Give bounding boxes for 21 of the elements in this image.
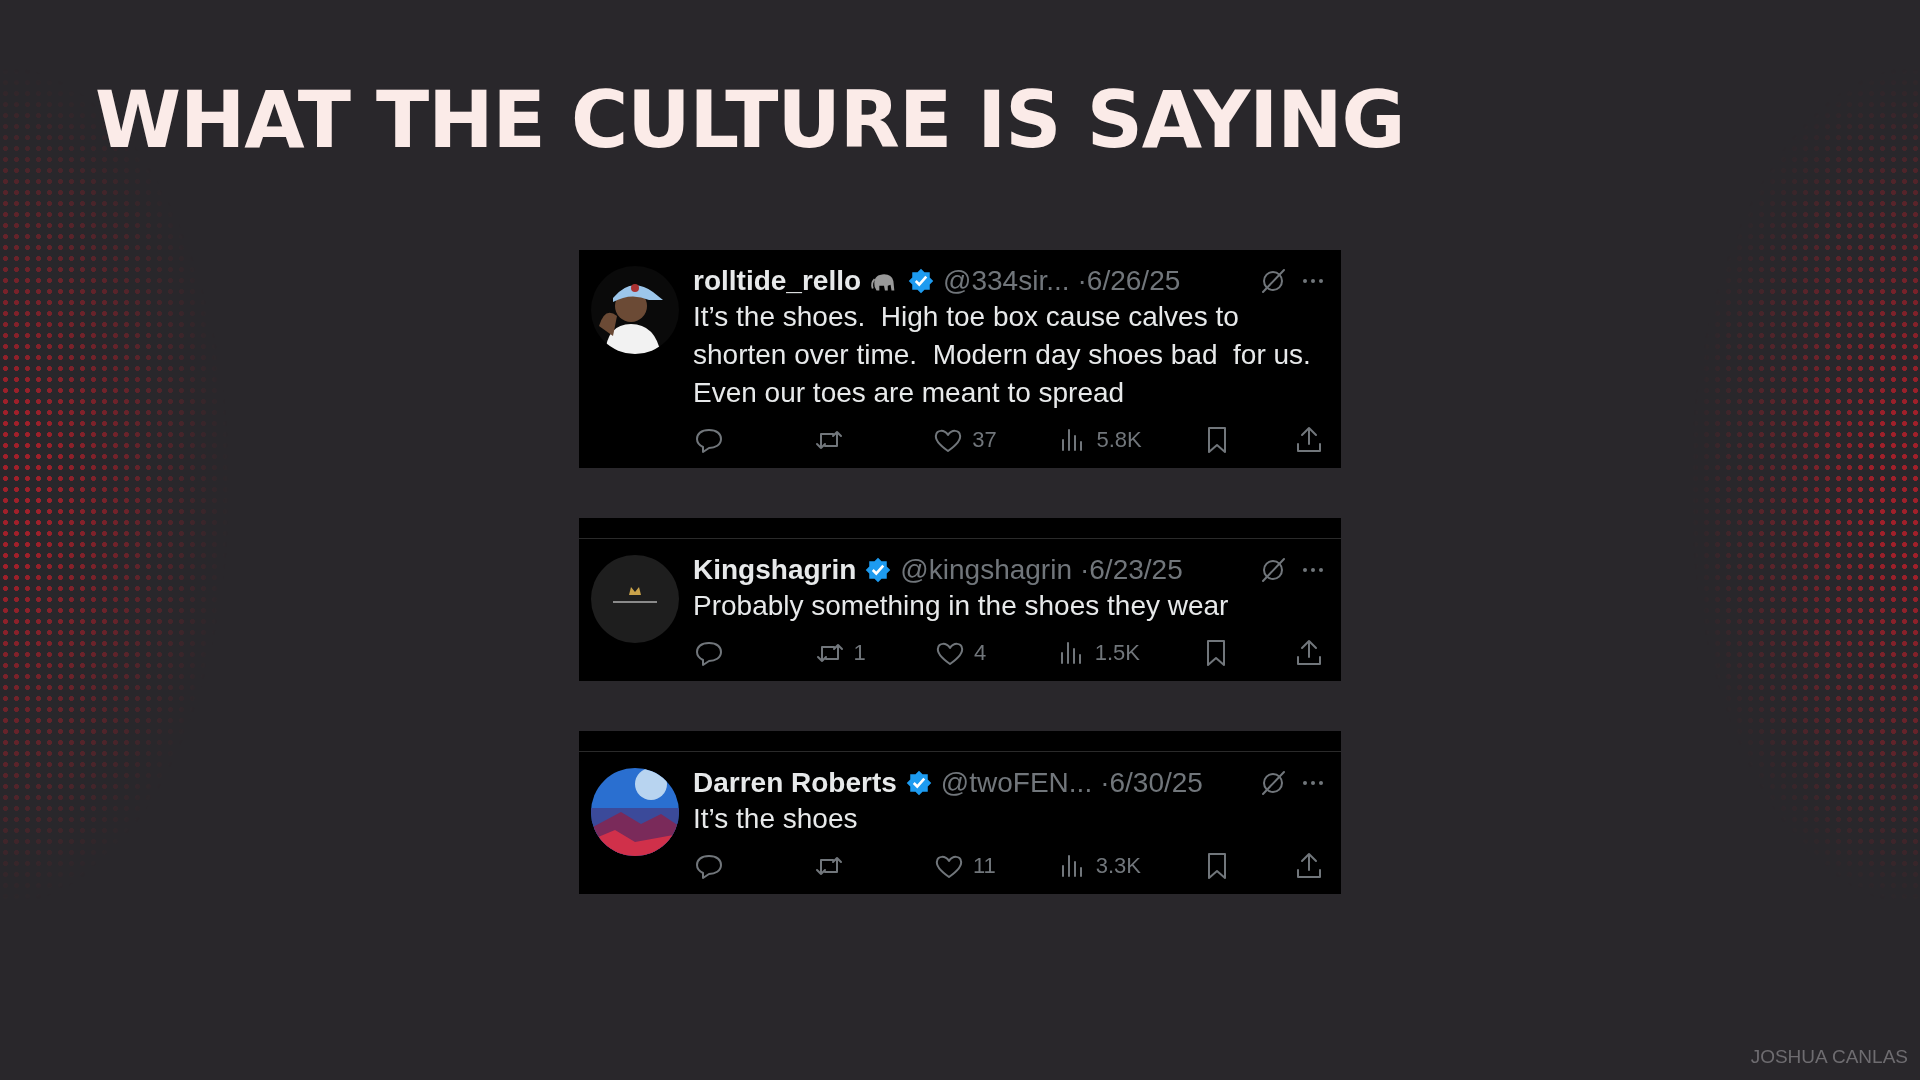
like-count: 4 (974, 640, 987, 666)
credit-text: JOSHUA CANLAS (1750, 1046, 1908, 1068)
tweet-text: It’s the shoes. High toe box cause calves to shorten over time. Modern day shoes bad for us. Even our toes are meant to spread (693, 300, 1312, 410)
view-count: 1.5K (1094, 640, 1140, 666)
tweet-text: It’s the shoes (693, 802, 859, 836)
user-handle[interactable]: @334sir... (943, 265, 1070, 297)
repost-count: 1 (853, 640, 866, 666)
slide-title: WHAT THE CULTURE IS SAYING (95, 74, 1406, 167)
view-count: 3.3K (1095, 853, 1141, 879)
tweet-date: ·6/23/25 (1079, 554, 1183, 586)
like-count: 11 (972, 853, 996, 879)
like-count: 37 (972, 427, 997, 453)
user-name[interactable]: rolltide_rello (693, 265, 862, 297)
view-count: 5.8K (1096, 427, 1142, 453)
tweet-text: Probably something in the shoes they wear (693, 589, 1230, 623)
user-handle[interactable]: @kingshagrin (900, 554, 1072, 586)
user-name[interactable]: Darren Roberts (693, 767, 897, 799)
tweet-date: ·6/26/25 (1077, 265, 1181, 297)
tweet-date: ·6/30/25 (1100, 767, 1203, 799)
user-name[interactable]: Kingshagrin (693, 554, 857, 586)
user-handle[interactable]: @twoFEN... (940, 767, 1093, 799)
